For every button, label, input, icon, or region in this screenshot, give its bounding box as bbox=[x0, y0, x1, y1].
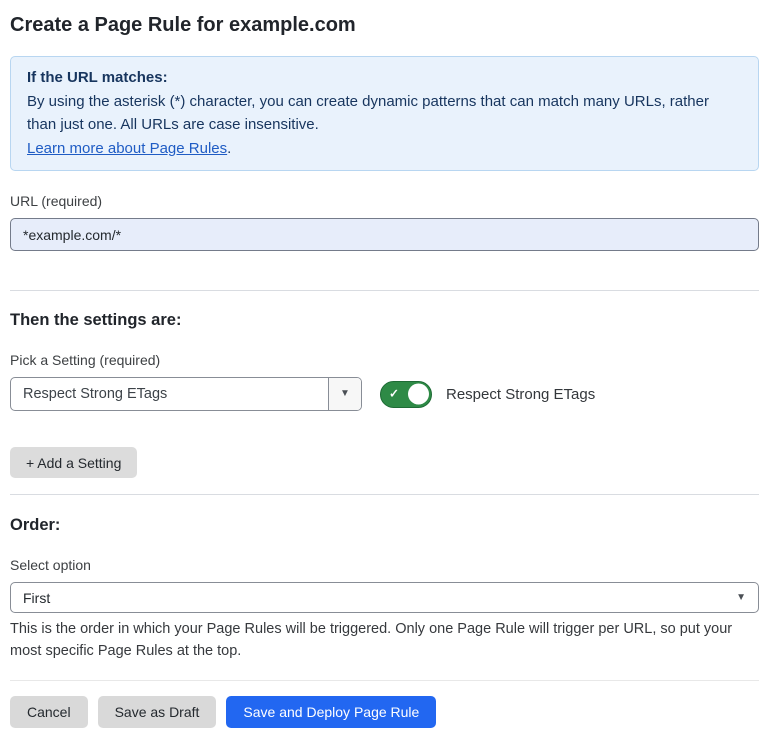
save-and-deploy-button[interactable]: Save and Deploy Page Rule bbox=[226, 696, 436, 728]
page-title: Create a Page Rule for example.com bbox=[10, 12, 759, 38]
settings-section-heading: Then the settings are: bbox=[10, 310, 759, 330]
toggle-label: Respect Strong ETags bbox=[446, 386, 595, 403]
add-setting-button[interactable]: + Add a Setting bbox=[10, 447, 137, 478]
setting-row: Respect Strong ETags ▼ ✓ Respect Strong … bbox=[10, 377, 759, 411]
setting-toggle[interactable]: ✓ bbox=[380, 381, 432, 408]
url-field-label: URL (required) bbox=[10, 193, 759, 210]
url-match-info-box: If the URL matches: By using the asteris… bbox=[10, 56, 759, 171]
check-icon: ✓ bbox=[389, 387, 399, 401]
section-divider bbox=[10, 494, 759, 495]
toggle-knob bbox=[408, 384, 429, 405]
info-box-link-line: Learn more about Page Rules. bbox=[27, 137, 742, 161]
setting-select-arrow-box[interactable]: ▼ bbox=[328, 378, 361, 410]
save-as-draft-button[interactable]: Save as Draft bbox=[98, 696, 217, 728]
footer-actions: Cancel Save as Draft Save and Deploy Pag… bbox=[10, 696, 759, 728]
footer-divider bbox=[10, 680, 759, 681]
chevron-down-icon: ▼ bbox=[340, 389, 350, 399]
info-box-body: By using the asterisk (*) character, you… bbox=[27, 90, 742, 137]
chevron-down-icon: ▼ bbox=[736, 593, 746, 603]
learn-more-link[interactable]: Learn more about Page Rules bbox=[27, 140, 227, 157]
order-select-label: Select option bbox=[10, 557, 759, 574]
setting-select[interactable]: Respect Strong ETags ▼ bbox=[10, 377, 362, 411]
info-box-heading: If the URL matches: bbox=[27, 66, 742, 90]
order-help-text: This is the order in which your Page Rul… bbox=[10, 618, 759, 662]
url-input[interactable] bbox=[10, 218, 759, 251]
section-divider bbox=[10, 290, 759, 291]
cancel-button[interactable]: Cancel bbox=[10, 696, 88, 728]
setting-select-value: Respect Strong ETags bbox=[11, 378, 328, 410]
order-select-value: First bbox=[23, 590, 736, 606]
pick-setting-label: Pick a Setting (required) bbox=[10, 352, 759, 369]
create-page-rule-panel: Create a Page Rule for example.com If th… bbox=[0, 12, 769, 728]
link-suffix: . bbox=[227, 140, 231, 157]
order-select[interactable]: First ▼ bbox=[10, 582, 759, 613]
order-section-heading: Order: bbox=[10, 515, 759, 535]
